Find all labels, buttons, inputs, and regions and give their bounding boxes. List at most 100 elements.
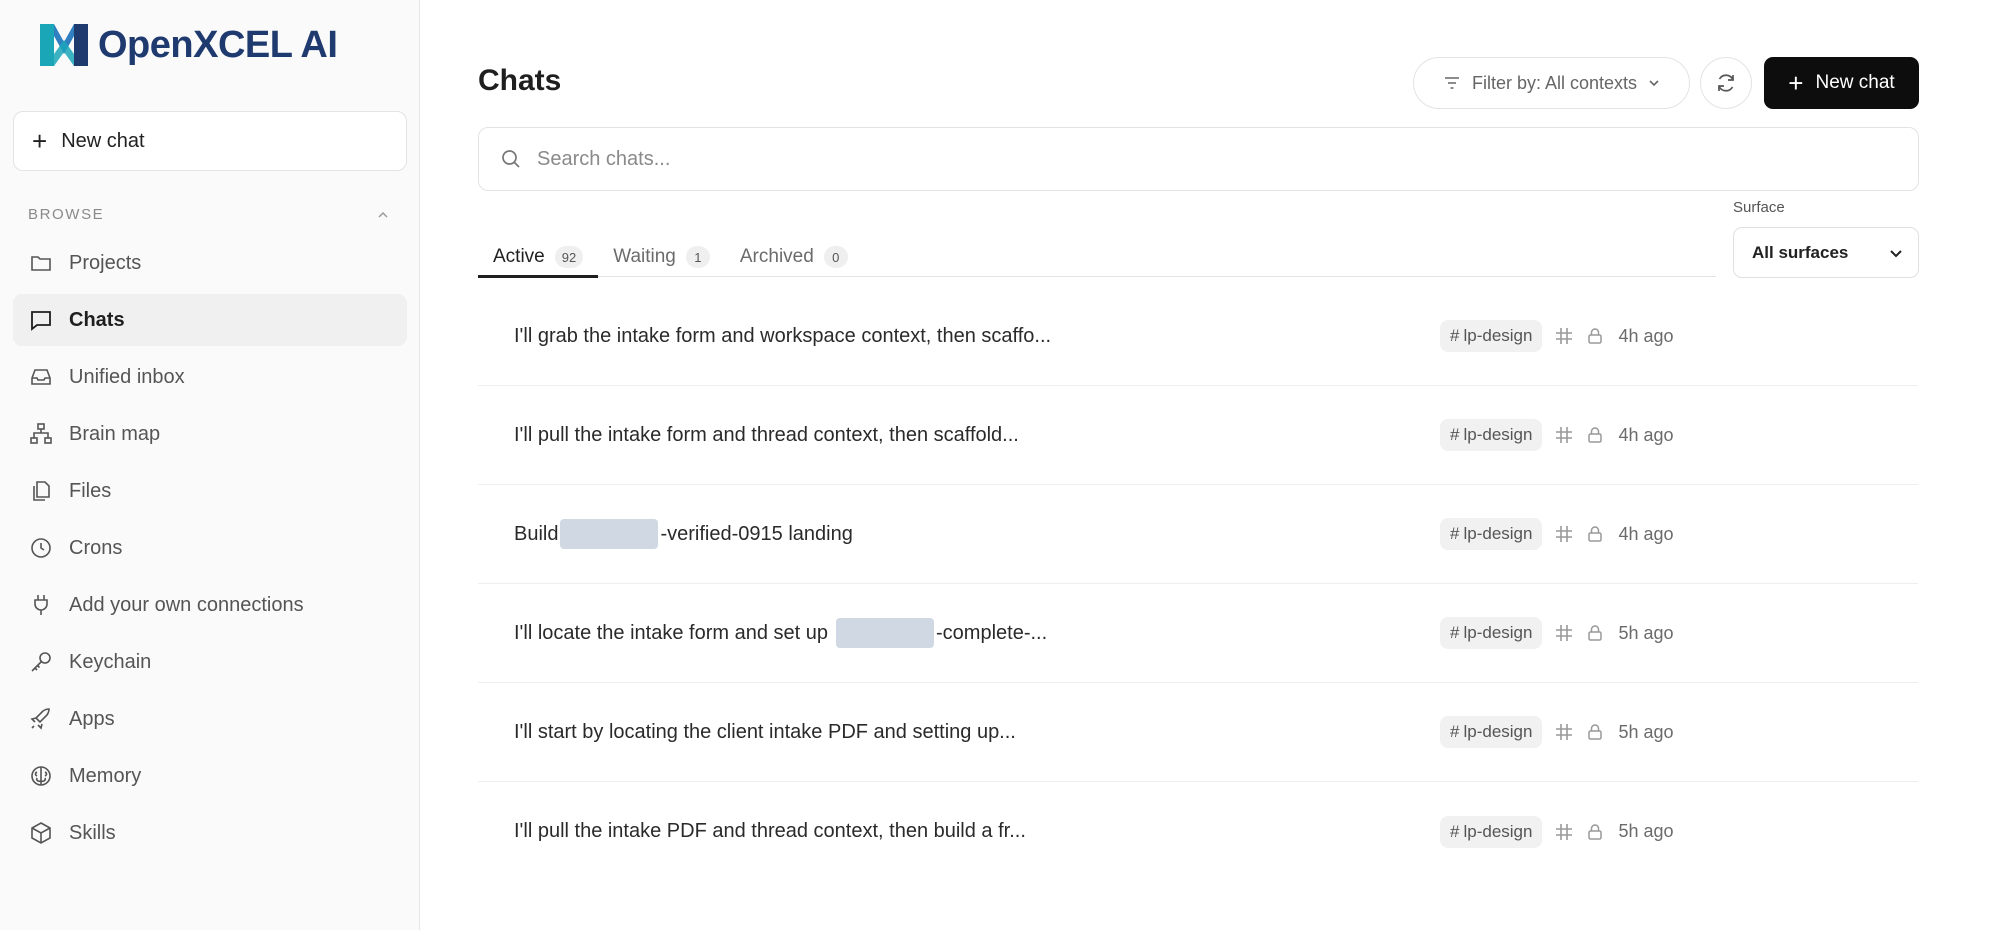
sidebar-item-skills[interactable]: Skills — [13, 807, 407, 859]
plug-icon — [34, 595, 48, 615]
channel-tag[interactable]: # lp-design — [1440, 716, 1543, 748]
chat-row[interactable]: I'll locate the intake form and set up -… — [478, 584, 1918, 683]
channel-tag-label: lp-design — [1463, 326, 1533, 345]
chat-title-text: -complete-... — [936, 621, 1048, 644]
sidebar-item-unified-inbox[interactable]: Unified inbox — [13, 351, 407, 403]
folder-icon — [31, 256, 51, 271]
chat-row[interactable]: Build -verified-0915 landing # lp-design … — [478, 485, 1918, 584]
lock-icon — [1588, 328, 1603, 344]
browse-section-header[interactable]: BROWSE — [28, 206, 390, 223]
channel-tag[interactable]: # lp-design — [1440, 815, 1543, 848]
sidebar-item-projects[interactable]: Projects — [13, 237, 407, 289]
page-title: Chats — [478, 64, 562, 97]
tab-waiting[interactable]: Waiting 1 — [598, 225, 725, 277]
channel-tag[interactable]: # lp-design — [1440, 320, 1543, 352]
brand-logo[interactable]: OpenXCEL AI — [38, 20, 338, 70]
tab-archived[interactable]: Archived 0 — [725, 225, 863, 277]
lock-icon — [1588, 724, 1603, 740]
channel-tag-label: lp-design — [1463, 821, 1533, 841]
sitemap-icon — [30, 423, 52, 444]
sidebar-item-chats[interactable]: Chats — [13, 294, 407, 346]
sidebar-new-chat-button[interactable]: + New chat — [13, 111, 407, 171]
sidebar-item-label: Unified inbox — [69, 365, 185, 388]
sidebar-item-memory[interactable]: Memory — [13, 750, 407, 802]
surface-select[interactable]: All surfaces — [1733, 227, 1919, 278]
browse-label: BROWSE — [28, 206, 105, 223]
search-icon — [502, 150, 520, 168]
chevron-up-icon[interactable] — [376, 208, 390, 222]
search-bar[interactable] — [478, 127, 1919, 191]
chat-row[interactable]: I'll grab the intake form and workspace … — [478, 287, 1918, 386]
channel-tag[interactable]: # lp-design — [1440, 419, 1543, 451]
sidebar-item-label: Brain map — [69, 422, 161, 445]
lock-icon — [1588, 427, 1603, 443]
chat-timestamp: 4h ago — [1618, 325, 1674, 346]
lock-icon — [1588, 526, 1603, 542]
sidebar-item-keychain[interactable]: Keychain — [13, 636, 407, 688]
tab-count-badge: 92 — [554, 246, 584, 268]
chat-bubble-icon — [31, 311, 51, 331]
chat-title-text: I'll pull the intake form and thread con… — [514, 423, 1019, 446]
sidebar-item-label: Files — [69, 479, 112, 502]
chat-title: I'll grab the intake form and workspace … — [514, 325, 1051, 348]
hash-icon: # — [1450, 722, 1460, 741]
chat-title-text: Build — [514, 522, 559, 545]
filter-icon — [1444, 77, 1459, 89]
refresh-button[interactable] — [1700, 57, 1752, 109]
sidebar-item-label: Skills — [69, 821, 116, 844]
hash-icon: # — [1450, 524, 1460, 543]
sidebar-item-label: Add your own connections — [69, 593, 304, 616]
files-icon — [33, 481, 50, 501]
surface-selected-value: All surfaces — [1752, 242, 1849, 262]
chat-row[interactable]: I'll pull the intake PDF and thread cont… — [478, 782, 1918, 881]
chat-row[interactable]: I'll start by locating the client intake… — [478, 683, 1918, 782]
filter-contexts-button[interactable]: Filter by: All contexts — [1413, 57, 1690, 109]
channel-tag-label: lp-design — [1463, 623, 1533, 642]
sidebar-item-connections[interactable]: Add your own connections — [13, 579, 407, 631]
openxcel-logo-icon — [40, 24, 88, 66]
chat-title: I'll pull the intake form and thread con… — [514, 424, 1019, 447]
chat-timestamp: 4h ago — [1618, 523, 1674, 544]
chat-meta: # lp-design 5h ago — [1440, 815, 1674, 848]
channel-tag-label: lp-design — [1463, 722, 1533, 741]
new-chat-button[interactable]: + New chat — [1764, 57, 1919, 109]
tab-label: Active — [493, 246, 545, 267]
sidebar-item-crons[interactable]: Crons — [13, 522, 407, 574]
slack-icon — [1556, 427, 1573, 443]
tab-active[interactable]: Active 92 — [478, 225, 599, 278]
chat-list: I'll grab the intake form and workspace … — [478, 287, 1918, 881]
search-input[interactable] — [537, 139, 1918, 179]
surface-label: Surface — [1733, 199, 1785, 216]
sidebar-item-label: Keychain — [69, 650, 152, 673]
tab-count-badge: 1 — [685, 246, 710, 268]
sidebar-new-chat-label: New chat — [61, 129, 145, 152]
brand-name: OpenXCEL AI — [98, 23, 338, 66]
slack-icon — [1556, 823, 1573, 840]
filter-label: Filter by: All contexts — [1471, 72, 1638, 93]
chat-title: I'll locate the intake form and set up -… — [514, 618, 1047, 648]
chat-row[interactable]: I'll pull the intake form and thread con… — [478, 386, 1918, 485]
channel-tag-label: lp-design — [1463, 425, 1533, 444]
key-icon — [31, 652, 51, 672]
chat-title: I'll start by locating the client intake… — [514, 721, 1016, 744]
channel-tag[interactable]: # lp-design — [1440, 617, 1543, 649]
chevron-down-icon — [1649, 80, 1659, 87]
tab-label: Waiting — [613, 246, 676, 267]
sidebar-item-apps[interactable]: Apps — [13, 693, 407, 745]
slack-icon — [1556, 625, 1573, 641]
chat-meta: # lp-design 5h ago — [1440, 716, 1674, 748]
channel-tag[interactable]: # lp-design — [1440, 518, 1543, 550]
sidebar-item-brain-map[interactable]: Brain map — [13, 408, 407, 460]
chat-title-text: I'll grab the intake form and workspace … — [514, 324, 1052, 347]
chat-meta: # lp-design 4h ago — [1440, 320, 1674, 352]
hash-icon: # — [1450, 425, 1460, 444]
chat-meta: # lp-design 5h ago — [1440, 617, 1674, 649]
sidebar-item-files[interactable]: Files — [13, 465, 407, 517]
hash-icon: # — [1450, 623, 1460, 642]
brain-icon — [31, 766, 51, 786]
chat-title-text: I'll locate the intake form and set up — [514, 621, 828, 644]
rocket-icon — [30, 708, 50, 730]
new-chat-label: New chat — [1815, 72, 1895, 93]
chat-meta: # lp-design 4h ago — [1440, 419, 1674, 451]
hash-icon: # — [1450, 326, 1460, 345]
